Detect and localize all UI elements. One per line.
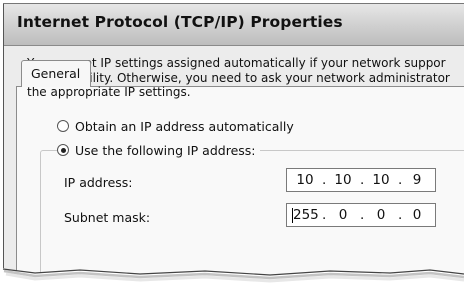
subnet-octet-3: 0: [376, 207, 386, 223]
radio-obtain-automatically[interactable]: Obtain an IP address automatically: [57, 117, 294, 135]
radio-button-checked-icon: [57, 144, 69, 156]
subnet-octet-2: 0: [338, 207, 348, 223]
subnet-mask-label: Subnet mask:: [64, 210, 151, 225]
tab-general[interactable]: General: [21, 60, 91, 87]
octet-separator: .: [398, 207, 403, 223]
subnet-octet-1: 255: [293, 207, 319, 223]
radio-button-icon: [57, 120, 69, 132]
radio-use-following-label: Use the following IP address:: [75, 142, 256, 158]
radio-use-following[interactable]: Use the following IP address:: [57, 141, 260, 159]
radio-obtain-automatically-label: Obtain an IP address automatically: [75, 118, 294, 134]
tcpip-properties-dialog: Internet Protocol (TCP/IP) Properties Ge…: [3, 3, 464, 275]
description-text: You can get IP settings assigned automat…: [27, 56, 450, 99]
window-title: Internet Protocol (TCP/IP) Properties: [17, 13, 343, 31]
subnet-octet-4: 0: [412, 207, 422, 223]
ip-octet-3: 10: [372, 172, 390, 188]
tab-general-label: General: [31, 66, 81, 81]
octet-separator: .: [322, 207, 327, 223]
ip-address-label: IP address:: [64, 175, 133, 190]
octet-separator: .: [398, 172, 403, 188]
octet-separator: .: [360, 207, 365, 223]
ip-octet-2: 10: [334, 172, 352, 188]
ip-octet-4: 9: [412, 172, 422, 188]
subnet-mask-field[interactable]: 255 . 0 . 0 . 0: [286, 203, 436, 227]
octet-separator: .: [360, 172, 365, 188]
ip-octet-1: 10: [296, 172, 314, 188]
title-bar[interactable]: Internet Protocol (TCP/IP) Properties: [3, 3, 464, 46]
octet-separator: .: [322, 172, 327, 188]
ip-address-field[interactable]: 10 . 10 . 10 . 9: [286, 168, 436, 192]
